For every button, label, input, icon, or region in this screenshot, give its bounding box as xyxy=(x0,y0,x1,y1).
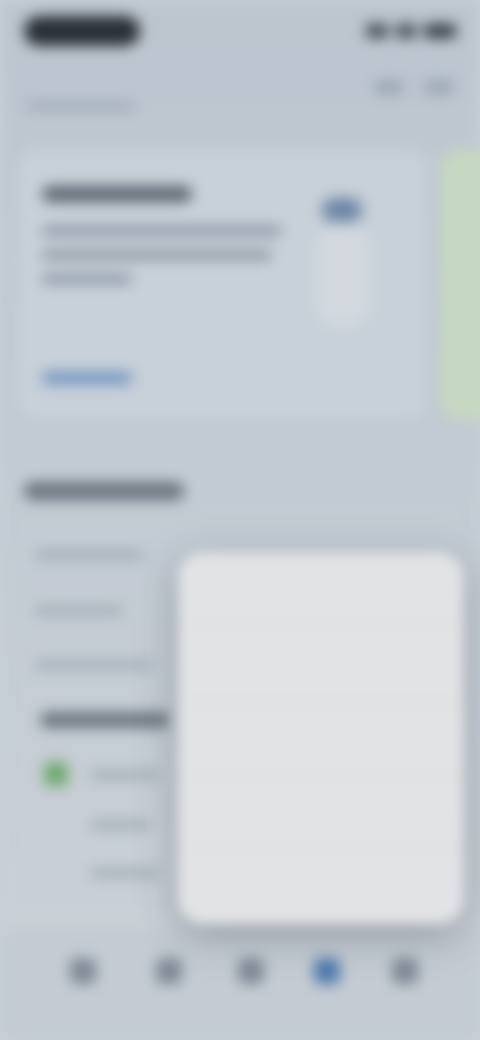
wifi-icon xyxy=(396,24,416,38)
header-action-icon[interactable] xyxy=(374,80,404,94)
promo-illustration xyxy=(308,190,388,340)
header-action-icon[interactable] xyxy=(424,80,454,94)
page-header xyxy=(26,74,454,110)
signal-icon xyxy=(366,24,388,38)
secondary-card[interactable] xyxy=(440,150,480,420)
menu-item-1[interactable] xyxy=(178,552,464,627)
section-title xyxy=(24,482,184,500)
shield-icon[interactable] xyxy=(238,958,264,984)
promo-text xyxy=(42,226,282,236)
status-time xyxy=(24,16,140,46)
page-subtitle xyxy=(26,102,136,110)
header-actions xyxy=(374,80,454,94)
grid-icon[interactable] xyxy=(156,958,182,984)
promo-title xyxy=(42,186,192,202)
check-icon xyxy=(44,762,68,786)
tab-bar xyxy=(0,930,480,1040)
status-icons xyxy=(366,24,456,40)
promo-link[interactable] xyxy=(42,372,132,384)
list-item[interactable] xyxy=(90,868,160,878)
menu-icon[interactable] xyxy=(392,958,418,984)
menu-item-4[interactable] xyxy=(178,775,464,850)
list-item[interactable] xyxy=(90,820,150,830)
section-title xyxy=(40,712,170,728)
list-item[interactable] xyxy=(34,606,124,616)
status-bar xyxy=(24,14,456,50)
promo-text xyxy=(42,250,272,260)
battery-icon xyxy=(424,24,456,38)
list-item[interactable] xyxy=(34,550,144,560)
home-icon[interactable] xyxy=(70,958,96,984)
menu-item-2[interactable] xyxy=(178,626,464,701)
menu-item-5[interactable] xyxy=(178,850,464,924)
context-menu-panel xyxy=(178,552,464,924)
user-icon[interactable] xyxy=(314,958,340,984)
list-item[interactable] xyxy=(90,770,160,780)
promo-text xyxy=(42,274,132,284)
list-item[interactable] xyxy=(34,660,154,670)
context-menu xyxy=(178,552,464,924)
menu-item-3[interactable] xyxy=(178,701,464,776)
promo-card[interactable] xyxy=(18,150,428,420)
